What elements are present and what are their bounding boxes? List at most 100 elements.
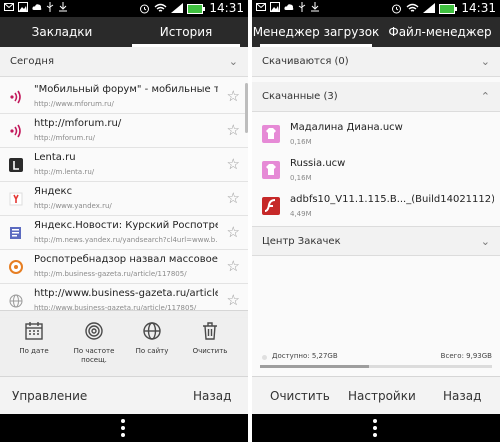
chevron-down-icon: ⌄ (228, 55, 238, 68)
section-download-center[interactable]: Центр Закачек ⌄ (252, 226, 500, 256)
chevron-down-icon: ⌄ (480, 55, 490, 68)
chevron-up-icon: ⌃ (480, 90, 490, 103)
manage-button[interactable]: Управление (12, 377, 87, 415)
calendar-icon (25, 322, 43, 340)
clock: 14:31 (461, 1, 496, 15)
star-icon[interactable]: ☆ (227, 224, 240, 240)
alarm-icon (140, 4, 150, 14)
history-title: Яндекс.Новости: Курский Роспотребн... (34, 220, 218, 231)
download-name: adbfs10_V11.1.115.B..._(Build14021112).a… (290, 194, 494, 205)
tab-bookmarks[interactable]: Закладки (0, 17, 124, 47)
image-icon (270, 2, 280, 12)
action-label: Очистить (192, 347, 228, 355)
sort-by-date-button[interactable]: По дате (6, 321, 62, 375)
history-title: http://mforum.ru/ (34, 118, 122, 129)
history-item[interactable]: Яндекс.Новости: Курский Роспотребн... ht… (0, 216, 248, 250)
flash-icon (262, 197, 280, 215)
history-item[interactable]: Lenta.ru http://m.lenta.ru/ ☆ (0, 148, 248, 182)
signal-icon (423, 3, 436, 13)
menu-dots-icon[interactable] (373, 419, 377, 437)
tab-history[interactable]: История (124, 17, 248, 47)
settings-button[interactable]: Настройки (348, 377, 416, 415)
star-icon[interactable]: ☆ (227, 292, 240, 308)
tab-bar: Менеджер загрузок Файл-менеджер (252, 17, 500, 47)
system-nav-bar (252, 414, 500, 442)
yandex-icon (9, 192, 23, 206)
section-downloading[interactable]: Скачиваются (0) ⌄ (252, 47, 500, 77)
history-url: http://www.mforum.ru/ (34, 100, 114, 108)
yandex-news-icon (10, 227, 21, 239)
trash-icon (203, 322, 217, 340)
alarm-icon (392, 4, 402, 14)
clear-button[interactable]: Очистить (270, 377, 330, 415)
download-size: 0,16M (290, 174, 312, 182)
download-item[interactable]: Мадалина Диана.ucw 0,16M (252, 117, 500, 153)
history-title: "Мобильный форум" - мобильные тел... (34, 84, 218, 95)
theme-file-icon (262, 161, 280, 179)
mforum-icon (10, 124, 21, 138)
history-url: http://mforum.ru/ (34, 134, 96, 142)
history-action-bar: По дате По частоте посещ. По сайту Очист… (0, 310, 248, 376)
bottom-bar: Управление Назад (0, 376, 248, 414)
storage-bar-fill (260, 365, 370, 368)
history-title: http://www.business-gazeta.ru/article/..… (34, 288, 218, 299)
battery-icon (439, 3, 458, 14)
section-label: Центр Закачек (262, 236, 341, 247)
tab-download-manager[interactable]: Менеджер загрузок (252, 17, 380, 47)
download-size: 0,16M (290, 138, 312, 146)
download-icon (311, 2, 319, 12)
history-url: http://m.business-gazeta.ru/article/1178… (34, 270, 187, 278)
history-title: Роспотребнадзор назвал массовое ув... (34, 254, 218, 265)
chevron-down-icon: ⌄ (480, 235, 490, 248)
action-label: По дате (19, 347, 49, 355)
storage-dot (262, 355, 267, 360)
star-icon[interactable]: ☆ (227, 88, 240, 104)
signal-icon (171, 3, 184, 13)
download-item[interactable]: Russia.ucw 0,16M (252, 153, 500, 189)
tab-file-manager[interactable]: Файл-менеджер (380, 17, 500, 47)
history-url: http://www.yandex.ru/ (34, 202, 112, 210)
storage-indicator: Доступно: 5,27GB Всего: 9,93GB (252, 350, 500, 376)
battery-icon (187, 3, 206, 14)
scrollbar[interactable] (245, 83, 248, 133)
menu-dots-icon[interactable] (121, 419, 125, 437)
cloud-upload-icon (284, 4, 294, 10)
history-item[interactable]: "Мобильный форум" - мобильные тел... htt… (0, 80, 248, 114)
clear-history-button[interactable]: Очистить (182, 321, 238, 375)
star-icon[interactable]: ☆ (227, 258, 240, 274)
sort-by-frequency-button[interactable]: По частоте посещ. (66, 321, 122, 375)
storage-total: Всего: 9,93GB (440, 352, 492, 360)
mforum-icon (10, 90, 21, 104)
star-icon[interactable]: ☆ (227, 156, 240, 172)
history-screen: 14:31 Закладки История Сегодня ⌄ "Мобиль… (0, 0, 248, 442)
section-downloaded[interactable]: Скачанные (3) ⌃ (252, 82, 500, 112)
download-size: 4,49M (290, 210, 312, 218)
tab-bar: Закладки История (0, 17, 248, 47)
star-icon[interactable]: ☆ (227, 190, 240, 206)
bottom-bar: Очистить Настройки Назад (252, 376, 500, 414)
history-item[interactable]: Яндекс http://www.yandex.ru/ ☆ (0, 182, 248, 216)
history-item[interactable]: Роспотребнадзор назвал массовое ув... ht… (0, 250, 248, 284)
back-button[interactable]: Назад (443, 377, 481, 415)
clock: 14:31 (209, 1, 244, 15)
back-button[interactable]: Назад (193, 377, 231, 415)
fingerprint-icon (85, 322, 103, 340)
status-bar: 14:31 (0, 0, 248, 17)
history-title: Яндекс (34, 186, 73, 197)
section-today[interactable]: Сегодня ⌄ (0, 47, 248, 77)
history-title: Lenta.ru (34, 152, 76, 163)
wifi-icon (154, 3, 167, 12)
star-icon[interactable]: ☆ (227, 122, 240, 138)
history-url: http://m.lenta.ru/ (34, 168, 95, 176)
mail-icon (256, 3, 266, 11)
mail-icon (4, 3, 14, 11)
status-bar: 14:31 (252, 0, 500, 17)
image-icon (18, 2, 28, 12)
globe-icon (143, 322, 161, 340)
history-url: http://m.news.yandex.ru/yandsearch?cl4ur… (34, 236, 218, 244)
sort-by-site-button[interactable]: По сайту (124, 321, 180, 375)
history-item[interactable]: http://mforum.ru/ http://mforum.ru/ ☆ (0, 114, 248, 148)
action-label: По сайту (135, 347, 169, 355)
download-item[interactable]: adbfs10_V11.1.115.B..._(Build14021112).a… (252, 189, 500, 225)
wifi-icon (406, 3, 419, 12)
